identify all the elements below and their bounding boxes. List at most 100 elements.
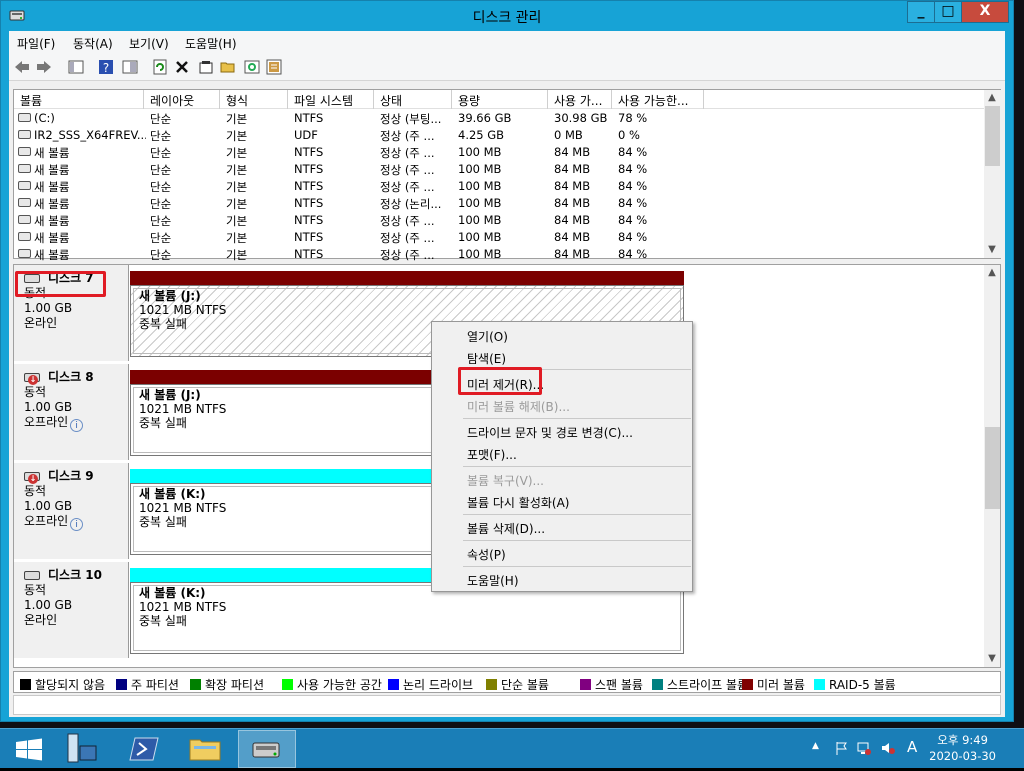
title-bar[interactable]: 디스크 관리 _ □ X: [1, 1, 1013, 31]
scroll-thumb[interactable]: [985, 106, 1000, 166]
col-free-space[interactable]: 사용 가...: [548, 90, 612, 109]
menu-bar: 파일(F) 동작(A) 보기(V) 도움말(H): [9, 31, 1005, 53]
menu-item-format[interactable]: 포맷(F)...: [467, 446, 517, 463]
scroll-down-arrow-icon[interactable]: ▼: [984, 651, 1000, 667]
table-row[interactable]: 새 볼륨 단순 기본 NTFS 정상 (주 ... 100 MB 84 MB 84 %: [14, 178, 984, 195]
menu-item-reactivate[interactable]: 볼륨 다시 활성화(A): [467, 494, 569, 511]
volume-pct: 84 %: [618, 247, 648, 261]
volume-fs: NTFS: [294, 196, 324, 210]
legend-label: 스트라이프 볼륨: [667, 678, 749, 692]
volume-capacity: 100 MB: [458, 196, 502, 210]
menu-file[interactable]: 파일(F): [17, 35, 55, 52]
disk-offline-icon: ↓: [24, 373, 40, 385]
col-percent-free[interactable]: 사용 가능한...: [612, 90, 704, 109]
maximize-button[interactable]: □: [934, 1, 962, 23]
volume-capacity: 100 MB: [458, 213, 502, 227]
volume-muted-icon[interactable]: [880, 740, 896, 756]
volume-status: 정상 (부팅...: [380, 112, 442, 126]
menu-item-delete-volume[interactable]: 볼륨 삭제(D)...: [467, 520, 545, 537]
volume-fs: NTFS: [294, 247, 324, 261]
refresh-icon[interactable]: [151, 58, 169, 76]
menu-item-help[interactable]: 도움말(H): [467, 572, 519, 589]
search-icon[interactable]: [243, 58, 261, 76]
taskbar-server-manager[interactable]: [54, 730, 112, 768]
disk-title: 디스크 10: [24, 568, 128, 583]
menu-item-change-drive-letter[interactable]: 드라이브 문자 및 경로 변경(C)...: [467, 424, 633, 441]
menu-help[interactable]: 도움말(H): [185, 35, 237, 52]
open-folder-icon[interactable]: [219, 58, 237, 76]
table-row[interactable]: 새 볼륨 단순 기본 NTFS 정상 (논리... 100 MB 84 MB 84 %: [14, 195, 984, 212]
col-layout[interactable]: 레이아웃: [144, 90, 220, 109]
scroll-down-arrow-icon[interactable]: ▼: [984, 242, 1000, 258]
table-row[interactable]: 새 볼륨 단순 기본 NTFS 정상 (주 ... 100 MB 84 MB 84 %: [14, 144, 984, 161]
table-row[interactable]: 새 볼륨 단순 기본 NTFS 정상 (주 ... 100 MB 84 MB 84 %: [14, 229, 984, 246]
legend-item: 미러 볼륨: [742, 676, 805, 693]
volume-layout: 단순: [150, 146, 172, 160]
disk-info[interactable]: ↓ 디스크 8 동적 1.00 GB 오프라인 i: [14, 364, 129, 460]
info-icon[interactable]: i: [70, 419, 84, 432]
table-row[interactable]: 새 볼륨 단순 기본 NTFS 정상 (주 ... 100 MB 84 MB 84 %: [14, 161, 984, 178]
partition-box[interactable]: 새 볼륨 (K:) 1021 MB NTFS 중복 실패: [130, 582, 684, 654]
disk-state-row: 오프라인 i: [24, 415, 128, 432]
volume-fs: NTFS: [294, 179, 324, 193]
table-row[interactable]: IR2_SSS_X64FREV... 단순 기본 UDF 정상 (주 ... 4.25 G…: [14, 127, 984, 144]
col-capacity[interactable]: 용량: [452, 90, 548, 109]
table-row[interactable]: 새 볼륨 단순 기본 NTFS 정상 (주 ... 100 MB 84 MB 84 %: [14, 246, 984, 263]
taskbar-disk-management[interactable]: [238, 730, 296, 768]
table-row[interactable]: 새 볼륨 단순 기본 NTFS 정상 (주 ... 100 MB 84 MB 84 %: [14, 212, 984, 229]
close-button[interactable]: X: [961, 1, 1009, 23]
server-manager-icon: [67, 733, 97, 763]
delete-icon[interactable]: [173, 58, 191, 76]
volume-capacity: 100 MB: [458, 162, 502, 176]
info-icon[interactable]: i: [70, 518, 84, 531]
clock[interactable]: 오후 9:49 2020-03-30: [929, 732, 996, 764]
menu-action[interactable]: 동작(A): [73, 35, 113, 52]
menu-view[interactable]: 보기(V): [129, 35, 169, 52]
action-center-flag-icon[interactable]: [834, 740, 850, 756]
back-icon[interactable]: [13, 58, 31, 76]
menu-item-properties[interactable]: 속성(P): [467, 546, 506, 563]
input-method-indicator[interactable]: A: [907, 738, 917, 756]
taskbar: ▲ A 오후 9:49 2020-03-30: [0, 728, 1024, 768]
menu-item-open[interactable]: 열기(O): [467, 328, 508, 345]
legend-item: RAID-5 볼륨: [814, 676, 896, 693]
show-hidden-icons-icon[interactable]: ▲: [812, 741, 819, 751]
col-filesystem[interactable]: 파일 시스템: [288, 90, 374, 109]
taskbar-file-explorer[interactable]: [176, 730, 234, 768]
highlight-disk-7: [15, 271, 106, 297]
rescan-icon[interactable]: [265, 58, 283, 76]
volume-name: IR2_SSS_X64FREV...: [34, 128, 146, 142]
menu-item-explore[interactable]: 탐색(E): [467, 350, 506, 367]
col-status[interactable]: 상태: [374, 90, 452, 109]
help-icon[interactable]: ?: [97, 58, 115, 76]
network-icon[interactable]: [856, 740, 872, 756]
volume-free: 84 MB: [554, 162, 591, 176]
volume-name: 새 볼륨: [34, 197, 70, 211]
properties-icon[interactable]: [197, 58, 215, 76]
volume-list-scrollbar[interactable]: ▲ ▼: [984, 90, 1001, 258]
table-row[interactable]: (C:) 단순 기본 NTFS 정상 (부팅... 39.66 GB 30.98 GB 78 …: [14, 110, 984, 127]
volume-type: 기본: [226, 214, 248, 228]
volume-capacity: 100 MB: [458, 247, 502, 261]
volume-fs: NTFS: [294, 145, 324, 159]
disk-size: 1.00 GB: [24, 301, 73, 315]
disk-info[interactable]: 디스크 10 동적 1.00 GB 온라인: [14, 562, 129, 658]
disk-info[interactable]: ↓ 디스크 9 동적 1.00 GB 오프라인 i: [14, 463, 129, 559]
start-button[interactable]: [0, 730, 58, 768]
forward-icon[interactable]: [35, 58, 53, 76]
col-type[interactable]: 형식: [220, 90, 288, 109]
properties-pane-icon[interactable]: [121, 58, 139, 76]
volume-type: 기본: [226, 248, 248, 262]
volume-status: 정상 (주 ...: [380, 146, 435, 160]
scroll-thumb[interactable]: [985, 427, 1000, 509]
disk-view-scrollbar[interactable]: ▲ ▼: [984, 265, 1000, 667]
legend-item: 스트라이프 볼륨: [652, 676, 748, 693]
taskbar-powershell[interactable]: [116, 730, 174, 768]
legend-swatch: [190, 679, 201, 690]
minimize-button[interactable]: _: [907, 1, 935, 23]
scroll-up-arrow-icon[interactable]: ▲: [984, 90, 1000, 106]
partition-name: 새 볼륨 (J:): [139, 289, 201, 303]
scroll-up-arrow-icon[interactable]: ▲: [984, 265, 1000, 281]
show-hide-tree-icon[interactable]: [67, 58, 85, 76]
col-volume[interactable]: 볼륨: [14, 90, 144, 109]
